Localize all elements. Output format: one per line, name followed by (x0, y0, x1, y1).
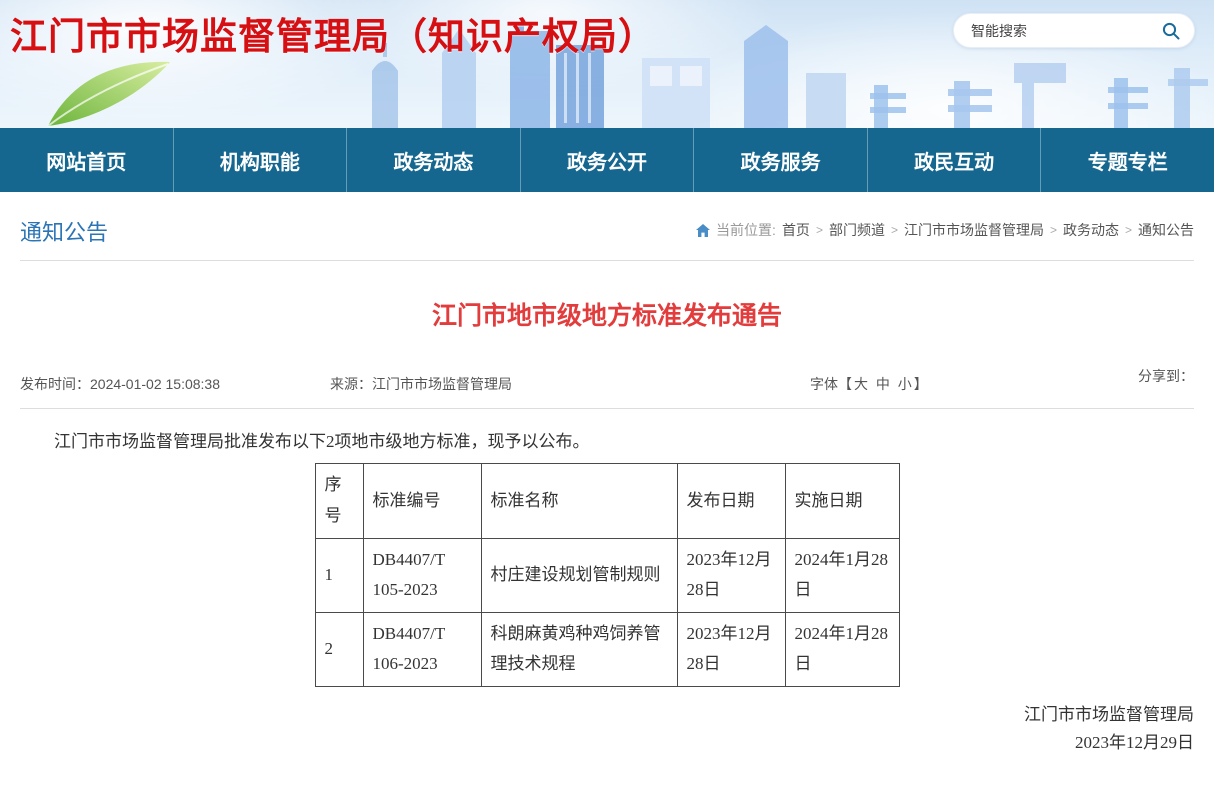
publish-time-value: 2024-01-02 15:08:38 (90, 376, 220, 392)
font-size-large[interactable]: 大 (852, 376, 870, 392)
breadcrumb-item-notices[interactable]: 通知公告 (1138, 220, 1194, 240)
table-row: 2 DB4407/T 106-2023 科朗麻黄鸡种鸡饲养管理技术规程 2023… (315, 612, 899, 686)
nav-item-interaction[interactable]: 政民互动 (868, 128, 1042, 192)
table-cell-code: DB4407/T 105-2023 (363, 538, 481, 612)
table-cell-impl-date: 2024年1月28日 (785, 538, 899, 612)
meta-divider (20, 408, 1194, 409)
header-实施日期: 实施日期 (785, 464, 899, 538)
font-size-bracket-open: 【 (838, 376, 852, 392)
font-size-label: 字体 (810, 376, 838, 392)
breadcrumb-separator: > (816, 223, 823, 237)
nav-item-special-topics[interactable]: 专题专栏 (1041, 128, 1214, 192)
font-size-medium[interactable]: 中 (874, 376, 892, 392)
signature-block: 江门市市场监督管理局 2023年12月29日 (0, 701, 1194, 757)
search-input[interactable] (971, 23, 1160, 39)
breadcrumb-divider (20, 260, 1194, 261)
site-title: 江门市市场监督管理局（知识产权局） (10, 6, 656, 60)
publish-time: 发布时间：2024-01-02 15:08:38 (20, 374, 220, 394)
source: 来源：江门市市场监督管理局 (330, 374, 512, 394)
breadcrumb-location-label: 当前位置: (716, 220, 776, 240)
search-box (953, 13, 1195, 48)
signature-date: 2023年12月29日 (0, 729, 1194, 757)
breadcrumb-item-gov-news[interactable]: 政务动态 (1063, 220, 1119, 240)
main-nav: 网站首页 机构职能 政务动态 政务公开 政务服务 政民互动 专题专栏 (0, 128, 1214, 192)
font-size-widget: 字体【大 中 小】 (810, 374, 928, 394)
breadcrumb-row: 通知公告 当前位置: 首页 > 部门频道 > 江门市市场监督管理局 > 政务动态… (0, 192, 1214, 261)
publish-time-label: 发布时间： (20, 376, 90, 392)
table-cell-impl-date: 2024年1月28日 (785, 612, 899, 686)
table-cell-name: 村庄建设规划管制规则 (481, 538, 677, 612)
section-title: 通知公告 (20, 215, 108, 247)
breadcrumb-item-home[interactable]: 首页 (782, 220, 810, 240)
header-标准编号: 标准编号 (363, 464, 481, 538)
source-value: 江门市市场监督管理局 (372, 376, 512, 392)
table-cell-pub-date: 2023年12月28日 (677, 612, 785, 686)
leaf-decoration (42, 52, 192, 128)
nav-item-gov-news[interactable]: 政务动态 (347, 128, 521, 192)
article-meta-row: 发布时间：2024-01-02 15:08:38 来源：江门市市场监督管理局 字… (20, 366, 1194, 396)
table-cell-no: 1 (315, 538, 363, 612)
breadcrumb-item-bureau[interactable]: 江门市市场监督管理局 (904, 220, 1044, 240)
home-icon (696, 224, 710, 237)
table-row: 1 DB4407/T 105-2023 村庄建设规划管制规则 2023年12月2… (315, 538, 899, 612)
table-header-row: 序号 标准编号 标准名称 发布日期 实施日期 (315, 464, 899, 538)
source-label: 来源： (330, 376, 372, 392)
breadcrumb-separator: > (1125, 223, 1132, 237)
nav-item-gov-disclosure[interactable]: 政务公开 (521, 128, 695, 192)
header-序号: 序号 (315, 464, 363, 538)
font-size-bracket-close: 】 (914, 376, 928, 392)
breadcrumb-item-dept-channel[interactable]: 部门频道 (829, 220, 885, 240)
share-label: 分享到： (1138, 366, 1194, 386)
search-button[interactable] (1160, 20, 1182, 42)
page: 江门市市场监督管理局（知识产权局） 网站首页 机构职能 政务动态 政务公开 政务… (0, 0, 1214, 796)
table-cell-pub-date: 2023年12月28日 (677, 538, 785, 612)
table-cell-code: DB4407/T 106-2023 (363, 612, 481, 686)
article-paragraph: 江门市市场监督管理局批准发布以下2项地市级地方标准，现予以公布。 (20, 429, 1194, 455)
standards-table: 序号 标准编号 标准名称 发布日期 实施日期 1 DB4407/T 105-20… (315, 463, 900, 687)
article-title: 江门市地市级地方标准发布通告 (0, 296, 1214, 332)
breadcrumb-separator: > (1050, 223, 1057, 237)
search-icon (1161, 21, 1181, 41)
font-size-small[interactable]: 小 (896, 376, 914, 392)
nav-item-home[interactable]: 网站首页 (0, 128, 174, 192)
signature-org: 江门市市场监督管理局 (0, 701, 1194, 729)
table-cell-name: 科朗麻黄鸡种鸡饲养管理技术规程 (481, 612, 677, 686)
nav-item-gov-services[interactable]: 政务服务 (694, 128, 868, 192)
header-发布日期: 发布日期 (677, 464, 785, 538)
header-标准名称: 标准名称 (481, 464, 677, 538)
table-cell-no: 2 (315, 612, 363, 686)
breadcrumb: 当前位置: 首页 > 部门频道 > 江门市市场监督管理局 > 政务动态 > 通知… (696, 220, 1194, 240)
nav-item-functions[interactable]: 机构职能 (174, 128, 348, 192)
breadcrumb-separator: > (891, 223, 898, 237)
site-header: 江门市市场监督管理局（知识产权局） (0, 0, 1214, 128)
